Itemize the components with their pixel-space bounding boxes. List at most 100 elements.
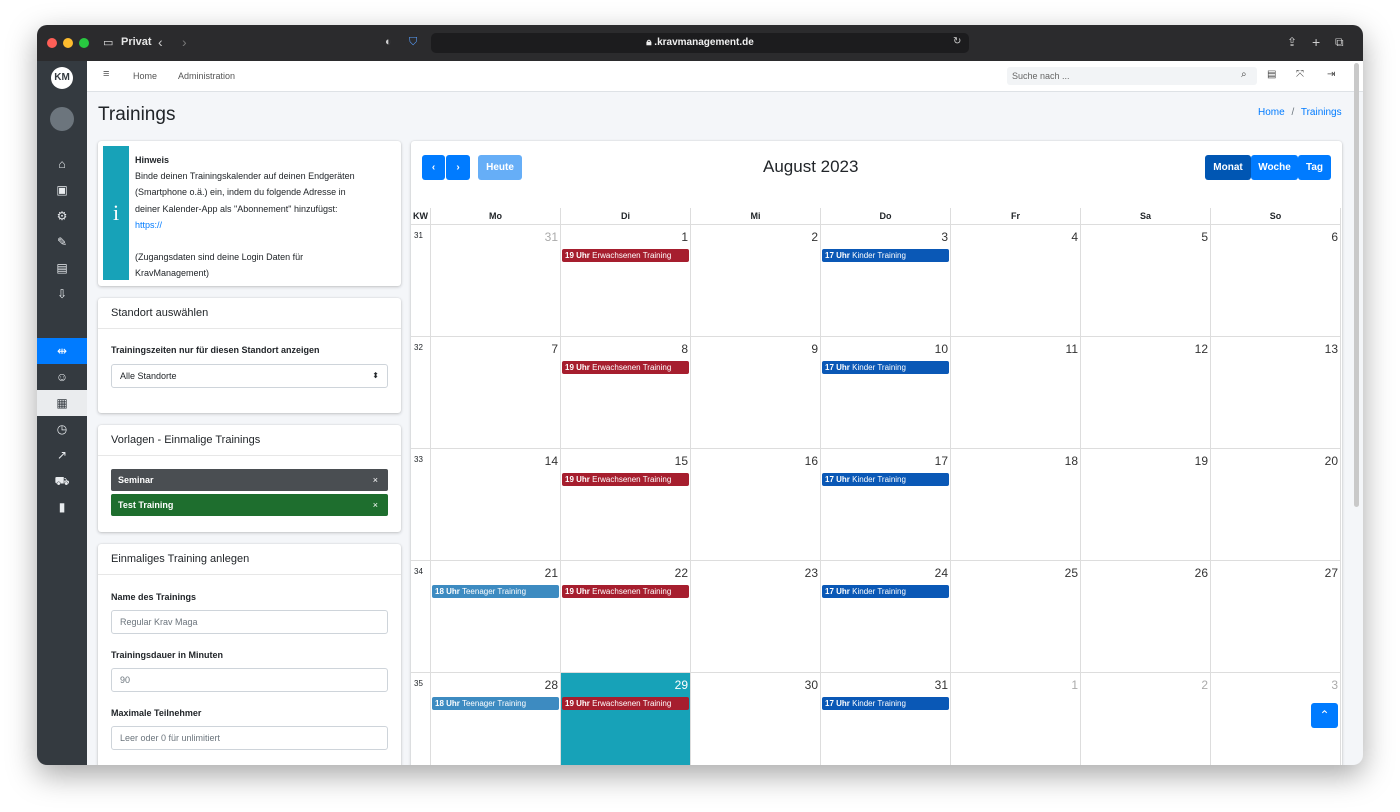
book-icon[interactable]: ▮ [37, 494, 87, 520]
back-button[interactable]: ‹ [158, 34, 163, 50]
tools-icon[interactable]: ✎ [37, 229, 87, 255]
prev-month-button[interactable]: ‹ [422, 155, 445, 180]
event-teenager-training[interactable]: 18 Uhr Teenager Training [432, 697, 559, 710]
payment-icon[interactable]: ⇩ [37, 281, 87, 307]
event-erwachsenen-training[interactable]: 19 Uhr Erwachsenen Training [562, 473, 689, 486]
calendar-day[interactable]: 8 19 Uhr Erwachsenen Training [561, 337, 691, 449]
minimize-window-button[interactable] [63, 38, 73, 48]
nav-home-link[interactable]: Home [133, 71, 157, 81]
calendar-day[interactable]: 7 [431, 337, 561, 449]
calendar-day[interactable]: 18 [951, 449, 1081, 561]
calendar-day[interactable]: 9 [691, 337, 821, 449]
calendar-day[interactable]: 30 [691, 673, 821, 765]
event-kinder-training[interactable]: 17 Uhr Kinder Training [822, 697, 949, 710]
address-bar[interactable]: 🔒︎ .kravmanagement.de [431, 33, 969, 53]
template-seminar[interactable]: Seminar × [111, 469, 388, 491]
event-teenager-training[interactable]: 18 Uhr Teenager Training [432, 585, 559, 598]
calendar-day[interactable]: 29 19 Uhr Erwachsenen Training [561, 673, 691, 765]
calendar-day[interactable]: 24 17 Uhr Kinder Training [821, 561, 951, 673]
template-test-training[interactable]: Test Training × [111, 494, 388, 516]
calendar-day[interactable]: 31 17 Uhr Kinder Training [821, 673, 951, 765]
tab-overview-icon[interactable]: ⧉ [1335, 34, 1344, 50]
calendar-day[interactable]: 3 17 Uhr Kinder Training [821, 225, 951, 337]
next-month-button[interactable]: › [446, 155, 470, 180]
shop-icon[interactable]: ⛟ [37, 468, 87, 494]
calendar-day[interactable]: 14 [431, 449, 561, 561]
calendar-day[interactable]: 1 [951, 673, 1081, 765]
calendar-day[interactable]: 27 [1211, 561, 1341, 673]
calendar-icon[interactable]: ▦ [37, 390, 87, 416]
calendar-day[interactable]: 10 17 Uhr Kinder Training [821, 337, 951, 449]
home-icon[interactable]: ⌂ [37, 151, 87, 177]
statistics-icon[interactable]: ↗ [37, 442, 87, 468]
document-icon[interactable]: ▤ [37, 255, 87, 281]
sidebar-toggle-icon[interactable]: ▭ [103, 36, 113, 49]
max-participants-input[interactable]: Leer oder 0 für unlimitiert [111, 726, 388, 750]
user-avatar[interactable] [50, 107, 74, 131]
share-icon[interactable]: ⇪ [1287, 34, 1297, 50]
calendar-subscription-link[interactable]: https:// [135, 217, 355, 233]
forward-button[interactable]: › [182, 34, 187, 50]
today-button[interactable]: Heute [478, 155, 522, 180]
breadcrumb-current[interactable]: Trainings [1301, 107, 1342, 118]
settings-icon[interactable]: ⚙ [37, 203, 87, 229]
calendar-day[interactable]: 21 18 Uhr Teenager Training [431, 561, 561, 673]
calendar-day[interactable]: 23 [691, 561, 821, 673]
logout-icon[interactable]: ⇥ [1327, 69, 1335, 80]
close-window-button[interactable] [47, 38, 57, 48]
event-kinder-training[interactable]: 17 Uhr Kinder Training [822, 473, 949, 486]
breadcrumb-home[interactable]: Home [1258, 107, 1285, 118]
calendar-day[interactable]: 26 [1081, 561, 1211, 673]
clock-icon[interactable]: ◷ [37, 416, 87, 442]
event-erwachsenen-training[interactable]: 19 Uhr Erwachsenen Training [562, 697, 689, 710]
fullscreen-icon[interactable]: ⤧ [1296, 69, 1304, 80]
calendar-day[interactable]: 22 19 Uhr Erwachsenen Training [561, 561, 691, 673]
event-kinder-training[interactable]: 17 Uhr Kinder Training [822, 249, 949, 262]
trainings-icon[interactable]: ⇹ [37, 338, 87, 364]
remove-template-icon[interactable]: × [373, 469, 378, 491]
calendar-day[interactable]: 4 [951, 225, 1081, 337]
event-erwachsenen-training[interactable]: 19 Uhr Erwachsenen Training [562, 361, 689, 374]
calendar-day[interactable]: 2 [1081, 673, 1211, 765]
scroll-to-top-button[interactable]: ⌃ [1311, 703, 1338, 728]
clipboard-icon[interactable]: ▤ [1267, 69, 1276, 80]
view-week-button[interactable]: Woche [1251, 155, 1298, 180]
bitwarden-icon[interactable]: ⛉ [409, 34, 417, 50]
calendar-day[interactable]: 20 [1211, 449, 1341, 561]
page-scrollbar[interactable] [1354, 63, 1359, 507]
training-name-input[interactable]: Regular Krav Maga [111, 610, 388, 634]
privacy-shield-icon[interactable]: ◐ [385, 34, 392, 50]
view-month-button[interactable]: Monat [1205, 155, 1251, 180]
calendar-day[interactable]: 6 [1211, 225, 1341, 337]
location-select[interactable]: Alle Standorte ⬍ [111, 364, 388, 388]
calendar-day[interactable]: 31 [431, 225, 561, 337]
calendar-day[interactable]: 2 [691, 225, 821, 337]
duration-input[interactable]: 90 [111, 668, 388, 692]
calendar-day[interactable]: 11 [951, 337, 1081, 449]
calendar-day[interactable]: 17 17 Uhr Kinder Training [821, 449, 951, 561]
trainer-icon[interactable]: ☺ [37, 364, 87, 390]
calendar-day[interactable]: 25 [951, 561, 1081, 673]
calendar-day[interactable]: 15 19 Uhr Erwachsenen Training [561, 449, 691, 561]
event-erwachsenen-training[interactable]: 19 Uhr Erwachsenen Training [562, 249, 689, 262]
calendar-day[interactable]: 19 [1081, 449, 1211, 561]
calendar-day[interactable]: 12 [1081, 337, 1211, 449]
search-input[interactable]: Suche nach ... [1007, 67, 1257, 85]
members-icon[interactable]: ▣ [37, 177, 87, 203]
calendar-day[interactable]: 28 18 Uhr Teenager Training [431, 673, 561, 765]
app-logo[interactable]: KM [51, 67, 73, 89]
nav-administration-link[interactable]: Administration [178, 71, 235, 81]
view-day-button[interactable]: Tag [1298, 155, 1331, 180]
search-icon[interactable]: ⌕ [1241, 69, 1247, 80]
calendar-day[interactable]: 16 [691, 449, 821, 561]
calendar-day[interactable]: 13 [1211, 337, 1341, 449]
reload-icon[interactable]: ↻ [953, 34, 961, 50]
calendar-day[interactable]: 1 19 Uhr Erwachsenen Training [561, 225, 691, 337]
event-erwachsenen-training[interactable]: 19 Uhr Erwachsenen Training [562, 585, 689, 598]
event-kinder-training[interactable]: 17 Uhr Kinder Training [822, 585, 949, 598]
menu-toggle-icon[interactable]: ≡ [103, 68, 109, 80]
calendar-day[interactable]: 5 [1081, 225, 1211, 337]
maximize-window-button[interactable] [79, 38, 89, 48]
new-tab-icon[interactable]: + [1312, 34, 1320, 50]
remove-template-icon[interactable]: × [373, 494, 378, 516]
